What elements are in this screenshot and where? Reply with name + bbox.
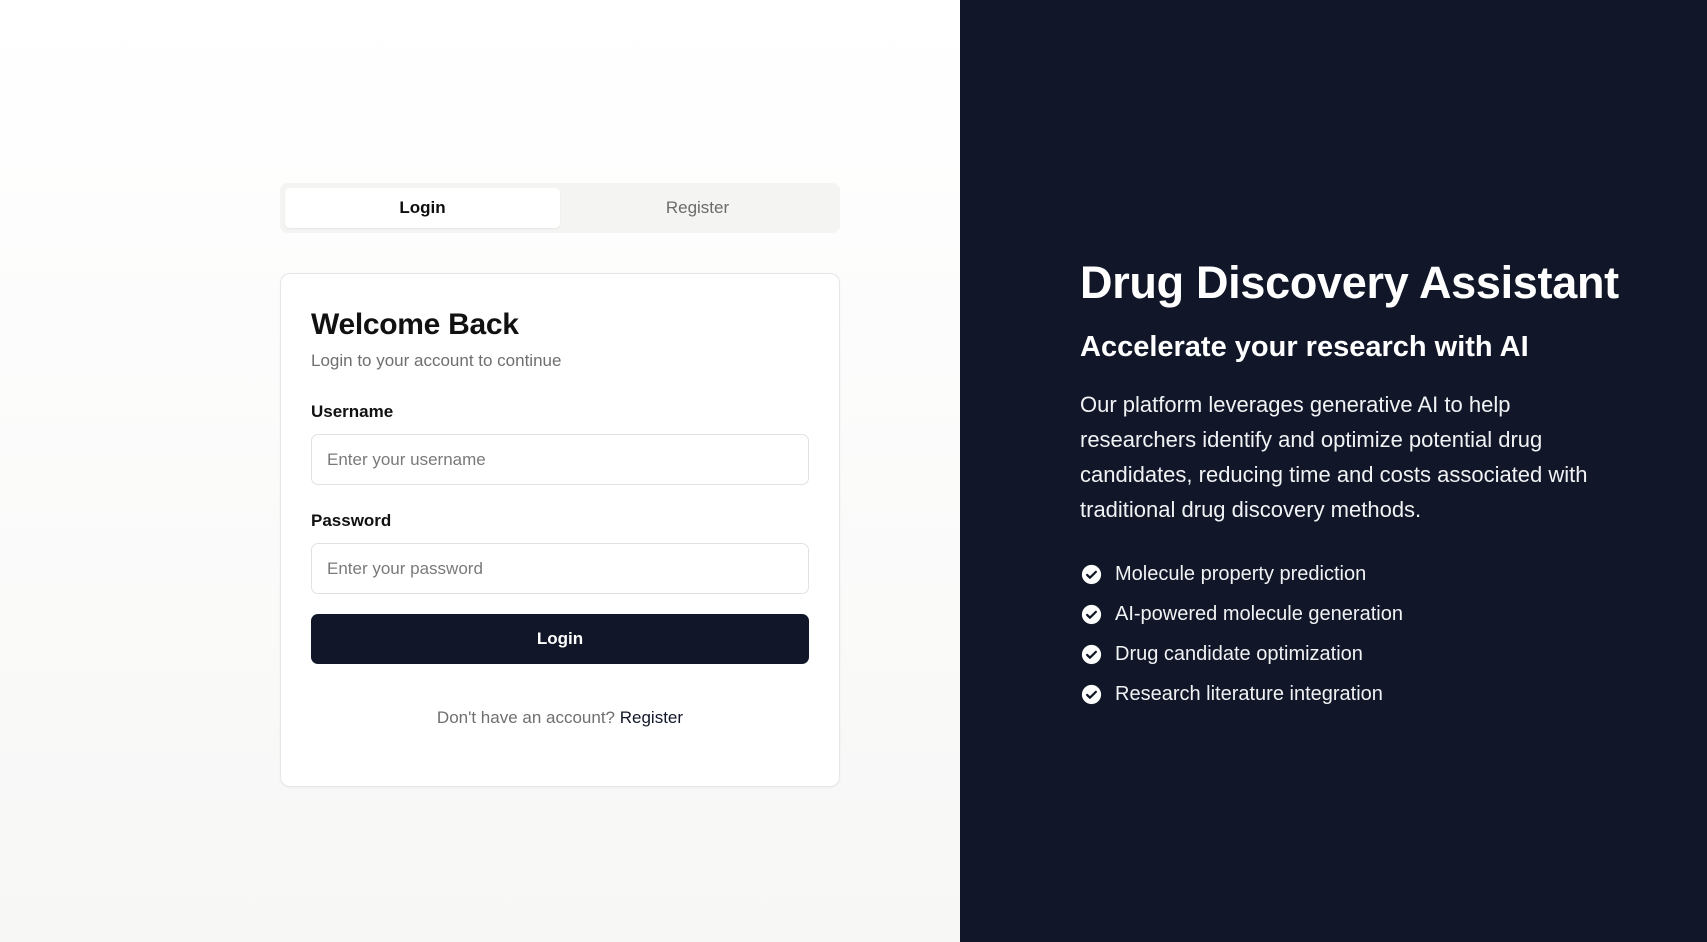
password-input[interactable] [311,543,809,594]
info-panel: Drug Discovery Assistant Accelerate your… [960,0,1707,942]
feature-item: Drug candidate optimization [1080,635,1660,675]
register-prompt-text: Don't have an account? [436,708,616,727]
feature-label: Molecule property prediction [1115,563,1367,586]
register-link[interactable]: Register [620,708,683,727]
feature-label: Research literature integration [1115,683,1383,706]
check-circle-icon [1080,684,1102,706]
feature-item: Research literature integration [1080,675,1660,715]
hero: Drug Discovery Assistant Accelerate your… [1080,256,1660,715]
auth-panel: Login Register Welcome Back Login to you… [0,0,960,942]
feature-item: Molecule property prediction [1080,555,1660,595]
feature-item: AI-powered molecule generation [1080,595,1660,635]
login-button[interactable]: Login [311,614,809,664]
page: Login Register Welcome Back Login to you… [0,0,1707,942]
username-label: Username [311,402,394,421]
hero-description: Our platform leverages generative AI to … [1080,391,1588,522]
feature-label: AI-powered molecule generation [1115,603,1403,626]
tab-login[interactable]: Login [285,188,560,228]
hero-title: Drug Discovery Assistant [1080,257,1619,308]
check-circle-icon [1080,564,1102,586]
register-prompt: Don't have an account? Register [311,708,809,728]
username-input[interactable] [311,434,809,485]
card-subtitle: Login to your account to continue [311,351,562,370]
check-circle-icon [1080,604,1102,626]
check-circle-icon [1080,644,1102,666]
card-title: Welcome Back [311,308,519,341]
auth-tabs: Login Register [280,183,840,233]
tab-register[interactable]: Register [560,188,835,228]
feature-label: Drug candidate optimization [1115,643,1363,666]
password-label: Password [311,511,392,530]
login-card: Welcome Back Login to your account to co… [280,273,840,787]
feature-list: Molecule property prediction AI-powered … [1080,555,1660,715]
hero-subtitle: Accelerate your research with AI [1080,331,1529,363]
